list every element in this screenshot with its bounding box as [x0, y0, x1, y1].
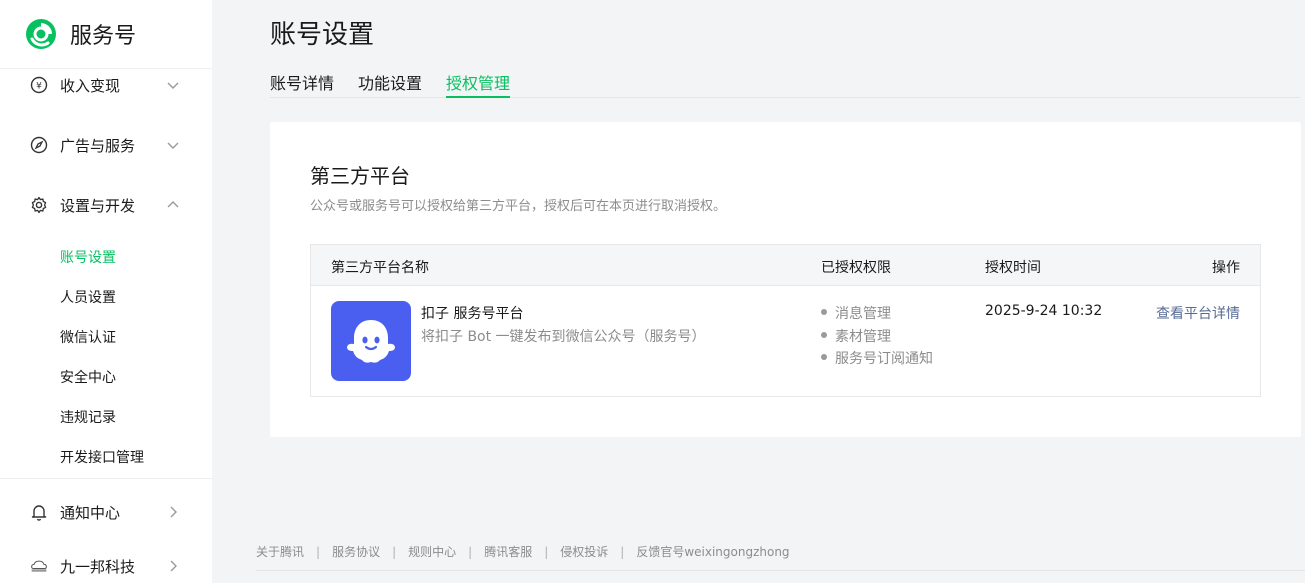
- footer-separator: |: [316, 544, 321, 559]
- account-avatar-icon: [30, 557, 48, 575]
- bell-icon: [30, 503, 48, 521]
- third-party-card: 第三方平台 公众号或服务号可以授权给第三方平台，授权后可在本页进行取消授权。 第…: [270, 122, 1301, 437]
- footer-divider: [256, 570, 1305, 571]
- menu-group-label: 通知中心: [60, 503, 121, 522]
- permission-item: 素材管理: [821, 326, 891, 346]
- chevron-up-icon: [167, 201, 179, 208]
- footer-separator: |: [392, 544, 397, 559]
- footer-separator: |: [620, 544, 625, 559]
- ghost-mascot-icon: [331, 301, 411, 381]
- sidebar-item-wechat-verification[interactable]: 微信认证: [60, 328, 116, 348]
- chevron-right-icon: [170, 560, 177, 572]
- svg-text:¥: ¥: [36, 82, 42, 92]
- card-description: 公众号或服务号可以授权给第三方平台，授权后可在本页进行取消授权。: [310, 199, 727, 214]
- platform-name: 扣子 服务号平台: [421, 306, 524, 322]
- sidebar-item-dev-api[interactable]: 开发接口管理: [60, 448, 144, 468]
- menu-group-settings[interactable]: 设置与开发: [0, 185, 212, 225]
- tab-authorization-management[interactable]: 授权管理: [446, 70, 511, 98]
- menu-group-label: 收入变现: [60, 76, 121, 95]
- menu-group-account[interactable]: 九一邦科技: [0, 546, 212, 583]
- wechat-service-logo-icon: [26, 19, 56, 49]
- column-header-time: 授权时间: [985, 260, 1041, 276]
- column-header-action: 操作: [1212, 260, 1240, 276]
- yen-circle-icon: ¥: [30, 76, 48, 94]
- column-header-permissions: 已授权权限: [821, 260, 891, 276]
- footer-separator: |: [544, 544, 549, 559]
- table-header: 第三方平台名称 已授权权限 授权时间 操作: [311, 245, 1260, 286]
- sidebar-item-violation-records[interactable]: 违规记录: [60, 408, 116, 428]
- compass-icon: [30, 136, 48, 154]
- logo-text: 服务号: [70, 24, 137, 49]
- menu-group-income[interactable]: ¥ 收入变现: [0, 65, 212, 105]
- chevron-down-icon: [167, 82, 179, 89]
- chevron-right-icon: [170, 506, 177, 518]
- footer-link-rules-center[interactable]: 规则中心: [408, 543, 456, 560]
- menu-group-notifications[interactable]: 通知中心: [0, 492, 212, 532]
- tab-feature-settings[interactable]: 功能设置: [358, 70, 422, 98]
- footer-link-service-agreement[interactable]: 服务协议: [332, 543, 380, 560]
- tab-bar: 账号详情 功能设置 授权管理: [270, 70, 1300, 98]
- platform-description: 将扣子 Bot 一键发布到微信公众号（服务号）: [421, 329, 706, 345]
- card-title: 第三方平台: [310, 164, 410, 188]
- sidebar-divider: [0, 478, 212, 479]
- footer-link-about[interactable]: 关于腾讯: [256, 543, 304, 560]
- menu-group-label: 九一邦科技: [60, 557, 136, 576]
- menu-group-label: 广告与服务: [60, 136, 136, 155]
- footer: 关于腾讯 | 服务协议 | 规则中心 | 腾讯客服 | 侵权投诉 | 反馈官号w…: [256, 543, 790, 560]
- page-title: 账号设置: [270, 20, 375, 50]
- footer-link-feedback[interactable]: 反馈官号weixingongzhong: [636, 543, 789, 560]
- sidebar-item-security-center[interactable]: 安全中心: [60, 368, 116, 388]
- tab-account-details[interactable]: 账号详情: [270, 70, 334, 98]
- gear-icon: [30, 196, 48, 214]
- sidebar-item-account-settings[interactable]: 账号设置: [60, 248, 116, 268]
- sidebar: 服务号 ¥ 收入变现 广告与服务 设置与开发 账号设置 人员设置 微信认证 安全…: [0, 0, 212, 583]
- sidebar-item-staff-settings[interactable]: 人员设置: [60, 288, 116, 308]
- authorization-table: 第三方平台名称 已授权权限 授权时间 操作 扣子 服务号平台 将扣子 Bot 一…: [310, 244, 1261, 397]
- view-platform-details-link[interactable]: 查看平台详情: [1156, 303, 1240, 323]
- footer-link-customer-service[interactable]: 腾讯客服: [484, 543, 532, 560]
- permission-item: 服务号订阅通知: [821, 348, 933, 368]
- footer-link-infringement[interactable]: 侵权投诉: [560, 543, 608, 560]
- permission-item: 消息管理: [821, 303, 891, 323]
- authorization-time: 2025-9-24 10:32: [985, 303, 1103, 319]
- column-header-name: 第三方平台名称: [331, 260, 429, 276]
- chevron-down-icon: [167, 142, 179, 149]
- logo[interactable]: 服务号: [24, 14, 136, 54]
- menu-group-label: 设置与开发: [60, 196, 136, 215]
- menu-group-ads[interactable]: 广告与服务: [0, 125, 212, 165]
- footer-separator: |: [468, 544, 473, 559]
